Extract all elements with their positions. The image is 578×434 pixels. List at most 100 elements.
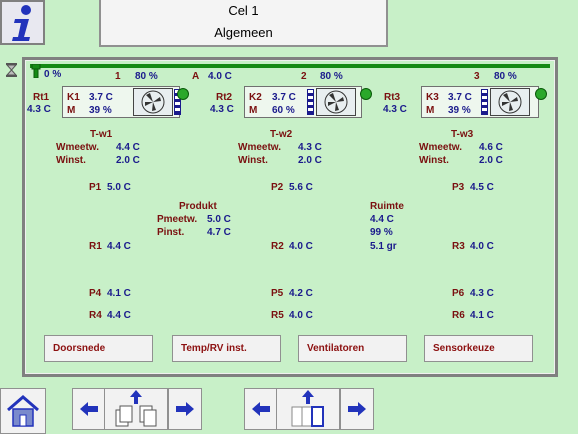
- unit2-number: 2: [301, 71, 307, 82]
- produkt-title: Produkt: [179, 201, 217, 212]
- unit2-percentage: 80 %: [320, 71, 343, 82]
- probe-p6-value: 4.3 C: [470, 288, 494, 299]
- wmeet2-value: 4.3 C: [298, 142, 322, 153]
- fan-icon: [316, 88, 356, 116]
- pages-up-icon: [291, 390, 324, 427]
- probe-p2-value: 5.6 C: [289, 182, 313, 193]
- wmeet3-value: 4.6 C: [479, 142, 503, 153]
- rt1-value: 4.3 C: [27, 104, 51, 115]
- wmeet1-label: Wmeetw.: [56, 142, 99, 153]
- k2-value: 3.7 C: [272, 92, 296, 103]
- ventilatoren-button[interactable]: Ventilatoren: [298, 335, 407, 362]
- ruimte-temp: 4.4 C: [370, 214, 394, 225]
- probe-p1-label: P1: [89, 182, 102, 193]
- temp-rv-button[interactable]: Temp/RV inst.: [172, 335, 281, 362]
- wmeet3-label: Wmeetw.: [419, 142, 462, 153]
- cell-overview-button[interactable]: [104, 388, 168, 430]
- level-indicator-icon: [481, 89, 488, 115]
- sensorkeuze-button[interactable]: Sensorkeuze: [424, 335, 533, 362]
- probe-r2-label: R2: [271, 241, 284, 252]
- rt1-label: Rt1: [33, 92, 50, 103]
- unit1-percentage: 80 %: [135, 71, 158, 82]
- k2-label: K2: [249, 92, 262, 103]
- ruimte-gr: 5.1 gr: [370, 241, 397, 252]
- winst2-label: Winst.: [238, 155, 268, 166]
- probe-r6-value: 4.1 C: [470, 310, 494, 321]
- winst3-label: Winst.: [419, 155, 449, 166]
- tw2-label: T-w2: [270, 129, 293, 140]
- probe-p5-value: 4.2 C: [289, 288, 313, 299]
- k1-value: 3.7 C: [89, 92, 113, 103]
- m2-value: 60 %: [272, 105, 295, 116]
- probe-p4-value: 4.1 C: [107, 288, 131, 299]
- probe-r2-value: 4.0 C: [289, 241, 313, 252]
- m1-value: 39 %: [89, 105, 112, 116]
- k3-value: 3.7 C: [448, 92, 472, 103]
- cells-up-icon: [115, 390, 157, 427]
- m1-label: M: [67, 105, 76, 116]
- prev-page-button[interactable]: [244, 388, 278, 430]
- pinst-value: 4.7 C: [207, 227, 231, 238]
- arrow-right-icon: [348, 402, 366, 416]
- probe-p6-label: P6: [452, 288, 465, 299]
- start-percentage: 0 %: [44, 69, 62, 80]
- hourglass-icon: [6, 63, 17, 77]
- probe-r1-value: 4.4 C: [107, 241, 131, 252]
- winst2-value: 2.0 C: [298, 155, 322, 166]
- home-icon: [7, 395, 39, 427]
- probe-r1-label: R1: [89, 241, 102, 252]
- wmeet1-value: 4.4 C: [116, 142, 140, 153]
- info-icon: [11, 4, 31, 41]
- ruimte-title: Ruimte: [370, 201, 404, 212]
- pmeet-value: 5.0 C: [207, 214, 231, 225]
- probe-p4-label: P4: [89, 288, 102, 299]
- home-button[interactable]: [0, 388, 46, 434]
- page-subtitle: Algemeen: [214, 25, 273, 40]
- probe-p3-value: 4.5 C: [470, 182, 494, 193]
- m3-label: M: [426, 105, 435, 116]
- info-button[interactable]: [0, 0, 45, 45]
- page-title: Cel 1: [228, 3, 259, 18]
- probe-r4-value: 4.4 C: [107, 310, 131, 321]
- probe-r5-value: 4.0 C: [289, 310, 313, 321]
- arrow-right-icon: [176, 402, 194, 416]
- ambient-label: A: [192, 71, 200, 82]
- unit3-number: 3: [474, 71, 480, 82]
- fan-running-icon: [535, 88, 547, 100]
- k3-label: K3: [426, 92, 439, 103]
- probe-r3-label: R3: [452, 241, 465, 252]
- probe-p3-label: P3: [452, 182, 465, 193]
- prev-cell-button[interactable]: [72, 388, 106, 430]
- tw1-label: T-w1: [90, 129, 113, 140]
- tw3-label: T-w3: [451, 129, 474, 140]
- rt2-label: Rt2: [216, 92, 233, 103]
- winst1-value: 2.0 C: [116, 155, 140, 166]
- ambient-temp: 4.0 C: [208, 71, 232, 82]
- page-overview-button[interactable]: [276, 388, 340, 430]
- title-box: Cel 1 Algemeen: [99, 0, 388, 47]
- valve-icon: [31, 64, 41, 78]
- fan-running-icon: [360, 88, 372, 100]
- arrow-left-icon: [80, 402, 98, 416]
- rt3-value: 4.3 C: [383, 104, 407, 115]
- next-cell-button[interactable]: [168, 388, 202, 430]
- doorsnede-button[interactable]: Doorsnede: [44, 335, 153, 362]
- pmeet-label: Pmeetw.: [157, 214, 198, 225]
- wmeet2-label: Wmeetw.: [238, 142, 281, 153]
- probe-p5-label: P5: [271, 288, 284, 299]
- pinst-label: Pinst.: [157, 227, 185, 238]
- top-progress-bar: [30, 64, 550, 68]
- probe-p1-value: 5.0 C: [107, 182, 131, 193]
- fan-running-icon: [177, 88, 189, 100]
- rt2-value: 4.3 C: [210, 104, 234, 115]
- k1-label: K1: [67, 92, 80, 103]
- probe-r4-label: R4: [89, 310, 102, 321]
- level-indicator-icon: [307, 89, 314, 115]
- next-page-button[interactable]: [340, 388, 374, 430]
- rt3-label: Rt3: [384, 92, 401, 103]
- winst1-label: Winst.: [56, 155, 86, 166]
- probe-r5-label: R5: [271, 310, 284, 321]
- ruimte-rv: 99 %: [370, 227, 393, 238]
- fan-icon: [490, 88, 530, 116]
- arrow-left-icon: [252, 402, 270, 416]
